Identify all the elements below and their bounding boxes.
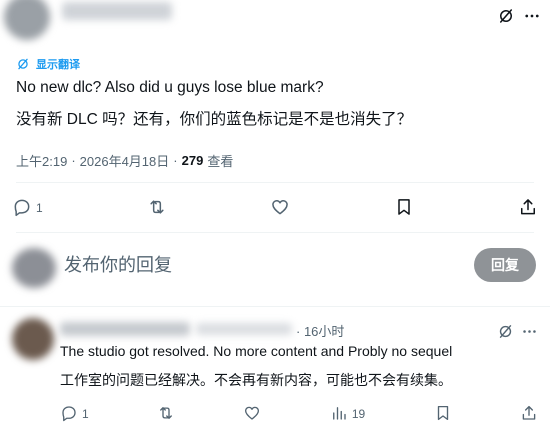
meta-separator: · — [173, 153, 178, 168]
retweet-icon — [157, 404, 175, 425]
reply-icon — [12, 197, 32, 220]
tweet-date[interactable]: 2026年4月18日 — [80, 151, 170, 170]
views-label: 查看 — [207, 154, 234, 169]
tweet-time[interactable]: 上午2:19 — [16, 151, 67, 170]
comment-actions: 1 19 — [60, 404, 538, 424]
share-button[interactable] — [520, 404, 538, 425]
retweet-button[interactable] — [147, 197, 167, 220]
divider — [0, 306, 550, 307]
reply-count: 1 — [36, 201, 43, 215]
reply-icon — [60, 404, 78, 425]
bookmark-icon — [434, 404, 452, 425]
meta-separator: · — [71, 153, 76, 168]
more-options-icon[interactable] — [520, 4, 544, 28]
analytics-icon — [330, 404, 348, 425]
tweet-actions: 1 — [12, 196, 538, 220]
bookmark-icon — [394, 197, 414, 220]
user-avatar[interactable] — [12, 248, 56, 288]
share-icon — [518, 197, 538, 220]
share-icon — [520, 404, 538, 425]
tweet-meta: 上午2:19 · 2026年4月18日 · 279 查看 — [16, 151, 233, 170]
comment-text-original: The studio got resolved. No more content… — [60, 343, 453, 359]
more-options-icon[interactable] — [518, 320, 540, 342]
grok-icon[interactable] — [494, 320, 516, 342]
tweet-text-original: No new dlc? Also did u guys lose blue ma… — [16, 79, 324, 96]
retweet-button[interactable] — [157, 404, 175, 425]
retweet-icon — [147, 197, 167, 220]
commenter-handle[interactable] — [196, 323, 292, 335]
divider — [16, 182, 534, 183]
translate-label: 显示翻译 — [36, 59, 80, 71]
translate-icon — [16, 57, 30, 71]
like-icon — [243, 404, 261, 425]
reply-count: 1 — [82, 407, 89, 421]
commenter-name[interactable] — [60, 322, 190, 336]
like-button[interactable] — [243, 404, 261, 425]
comment-time[interactable]: · 16小时 — [296, 321, 344, 340]
views-count: 19 — [351, 407, 366, 421]
reply-submit-button[interactable]: 回复 — [474, 248, 536, 282]
bookmark-button[interactable] — [394, 197, 414, 220]
share-button[interactable] — [518, 197, 538, 220]
views-button[interactable]: 19 — [330, 404, 365, 425]
author-avatar[interactable] — [4, 0, 50, 40]
grok-icon[interactable] — [494, 4, 518, 28]
tweet-text-translated: 没有新 DLC 吗？还有，你们的蓝色标记是不是也消失了？ — [16, 111, 413, 128]
show-translation-link[interactable]: 显示翻译 — [16, 56, 80, 72]
divider — [16, 232, 534, 233]
reply-button[interactable]: 1 — [12, 197, 43, 220]
comment-text-translated: 工作室的问题已经解决。不会再有新内容，可能也不会有续集。 — [60, 372, 452, 388]
bookmark-button[interactable] — [434, 404, 452, 425]
reply-input[interactable] — [64, 252, 444, 278]
like-icon — [270, 197, 290, 220]
views-count: 279 — [181, 153, 204, 168]
reply-button[interactable]: 1 — [60, 404, 89, 425]
author-name[interactable] — [62, 2, 172, 20]
like-button[interactable] — [270, 197, 290, 220]
commenter-avatar[interactable] — [12, 318, 54, 360]
